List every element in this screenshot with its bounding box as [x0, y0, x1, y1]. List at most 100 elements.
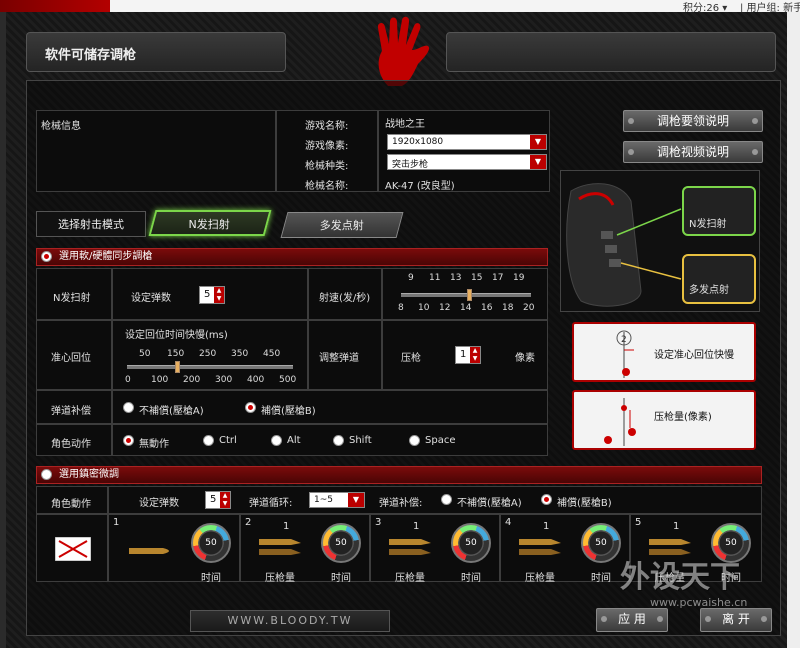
shot-slot-1[interactable]: 1 50 时间 — [108, 514, 240, 584]
fine-no-comp-radio[interactable] — [441, 494, 452, 505]
compensation-on-label: 補償(壓槍B) — [261, 406, 316, 417]
fine-shots-value: 5 — [210, 494, 217, 505]
rate-tick: 9 — [408, 273, 414, 283]
tab-multi-shot[interactable]: 多发点射 — [280, 212, 404, 238]
slot-number: 2 — [245, 517, 252, 528]
recoil-tips-button[interactable]: 调枪要领说明 — [623, 110, 763, 132]
gun-type-label: 枪械种类: — [305, 161, 349, 172]
bloody-hand-logo-icon — [377, 16, 430, 87]
tab-burst-fire[interactable]: N发扫射 — [148, 210, 272, 236]
trajectory-label: 调整弹道 — [319, 353, 359, 364]
shot-slot-3[interactable]: 3 1 压枪量 50 时间 — [370, 514, 500, 584]
fine-shots-stepper[interactable]: 5 ▲ ▼ — [205, 491, 231, 509]
gun-type-dropdown[interactable]: 突击步枪 ▼ — [387, 154, 547, 170]
action-space-radio[interactable] — [409, 435, 420, 446]
stepper-down-icon[interactable]: ▼ — [220, 500, 230, 508]
fine-comp-radio[interactable] — [541, 494, 552, 505]
page-right-edge — [787, 12, 800, 648]
no-action-icon[interactable] — [55, 537, 91, 561]
rate-slider[interactable] — [401, 289, 531, 301]
char-action-label: 角色动作 — [51, 439, 91, 450]
rate-tick: 20 — [523, 303, 535, 313]
cycle-dropdown[interactable]: 1~5 ▼ — [309, 492, 365, 508]
apply-button[interactable]: 应 用 — [596, 608, 668, 632]
rate-tick: 16 — [481, 303, 493, 313]
recenter-tick: 100 — [151, 375, 169, 385]
slot-time-label: 时间 — [461, 573, 481, 584]
fine-comp-label: 弹道补偿: — [379, 498, 423, 509]
fine-no-comp-label: 不補償(壓槍A) — [457, 498, 522, 509]
fine-comp-on-label: 補償(壓槍B) — [557, 498, 612, 509]
sync-section-radio[interactable] — [41, 251, 52, 262]
compensation-radio[interactable] — [245, 402, 256, 413]
mouse-illustration: N发扫射 多发点射 — [560, 170, 760, 312]
action-shift-radio[interactable] — [333, 435, 344, 446]
fine-action-icon-cell — [36, 514, 108, 582]
stepper-up-icon[interactable]: ▲ — [220, 492, 230, 500]
slot-time-gauge[interactable]: 50 — [321, 523, 361, 563]
stepper-down-icon[interactable]: ▼ — [470, 355, 480, 363]
action-none-label: 無動作 — [139, 439, 169, 450]
rate-tick: 8 — [398, 303, 404, 313]
recenter-slider[interactable] — [127, 361, 293, 373]
stepper-down-icon[interactable]: ▼ — [214, 295, 224, 303]
gun-type-value: 突击步枪 — [392, 160, 429, 170]
no-compensation-radio[interactable] — [123, 402, 134, 413]
slot-time-gauge[interactable]: 50 — [191, 523, 231, 563]
dropdown-arrow-icon[interactable]: ▼ — [530, 135, 546, 149]
set-shots-stepper[interactable]: 5 ▲ ▼ — [199, 286, 225, 304]
resolution-dropdown[interactable]: 1920x1080 ▼ — [387, 134, 547, 150]
slot-number: 1 — [113, 517, 120, 528]
shot-slot-4[interactable]: 4 1 压枪量 50 时间 — [500, 514, 630, 584]
recenter-tick: 150 — [167, 349, 185, 359]
recenter-label: 准心回位 — [51, 353, 91, 364]
recenter-tick: 0 — [125, 375, 131, 385]
set-shots-label: 设定弹数 — [131, 293, 171, 304]
compensation-label-cell: 弹道补偿 — [36, 390, 112, 424]
leave-button[interactable]: 离 开 — [700, 608, 772, 632]
slot-pressure-value: 1 — [673, 521, 680, 532]
slot-pressure-value: 1 — [283, 521, 290, 532]
fine-section-header[interactable]: 選用鎮密微調 — [36, 466, 762, 484]
pixel-unit-label: 像素 — [515, 353, 535, 364]
action-ctrl-radio[interactable] — [203, 435, 214, 446]
top-strip: 积分:26 ▾ | 用户组: 新手 — [0, 0, 800, 14]
sync-section-header[interactable]: 選用軟/硬體同步調槍 — [36, 248, 548, 266]
fine-action-label: 角色動作 — [51, 499, 91, 510]
fine-section-title: 選用鎮密微調 — [59, 469, 119, 480]
stepper-up-icon[interactable]: ▲ — [470, 347, 480, 355]
burst-row-label: N发扫射 — [53, 293, 91, 304]
recenter-tick: 500 — [279, 375, 297, 385]
recenter-slider-knob[interactable] — [174, 361, 180, 373]
bullet-spread-icon — [389, 539, 431, 555]
rate-tick: 19 — [513, 273, 525, 283]
set-shots-cell: 设定弹数 5 ▲ ▼ — [112, 268, 308, 320]
fine-section-radio[interactable] — [41, 469, 52, 480]
dropdown-arrow-icon[interactable]: ▼ — [348, 493, 364, 507]
stepper-up-icon[interactable]: ▲ — [214, 287, 224, 295]
action-ctrl-label: Ctrl — [219, 435, 237, 446]
slot-time-gauge[interactable]: 50 — [581, 523, 621, 563]
brand-logo-strip — [0, 0, 110, 12]
pressure-diagram-icon — [604, 398, 636, 446]
pressure-stepper[interactable]: 1 ▲ ▼ — [455, 346, 481, 364]
recenter-label-cell: 准心回位 — [36, 320, 112, 390]
recoil-video-button[interactable]: 调枪视频说明 — [623, 141, 763, 163]
dropdown-arrow-icon[interactable]: ▼ — [530, 155, 546, 169]
watermark-url: www.pcwaishe.cn — [650, 596, 748, 609]
slot-time-gauge[interactable]: 50 — [451, 523, 491, 563]
rate-slider-knob[interactable] — [467, 289, 473, 301]
window-title: 软件可储存调枪 — [45, 48, 137, 63]
shot-slot-2[interactable]: 2 1 压枪量 50 时间 — [240, 514, 370, 584]
action-alt-radio[interactable] — [271, 435, 282, 446]
gun-info-panel: 枪械信息 — [36, 110, 276, 192]
rate-tick: 18 — [502, 303, 514, 313]
rate-slider-cell: 9 11 13 15 17 19 8 10 12 14 16 18 20 — [382, 268, 548, 320]
slot-pressure-value: 1 — [543, 521, 550, 532]
rate-label-cell: 射速(发/秒) — [308, 268, 382, 320]
gun-name-label: 枪械名称: — [305, 181, 349, 192]
recenter-tick: 250 — [199, 349, 217, 359]
cycle-value: 1~5 — [314, 495, 333, 505]
action-none-radio[interactable] — [123, 435, 134, 446]
bullet-spread-icon — [519, 539, 561, 555]
